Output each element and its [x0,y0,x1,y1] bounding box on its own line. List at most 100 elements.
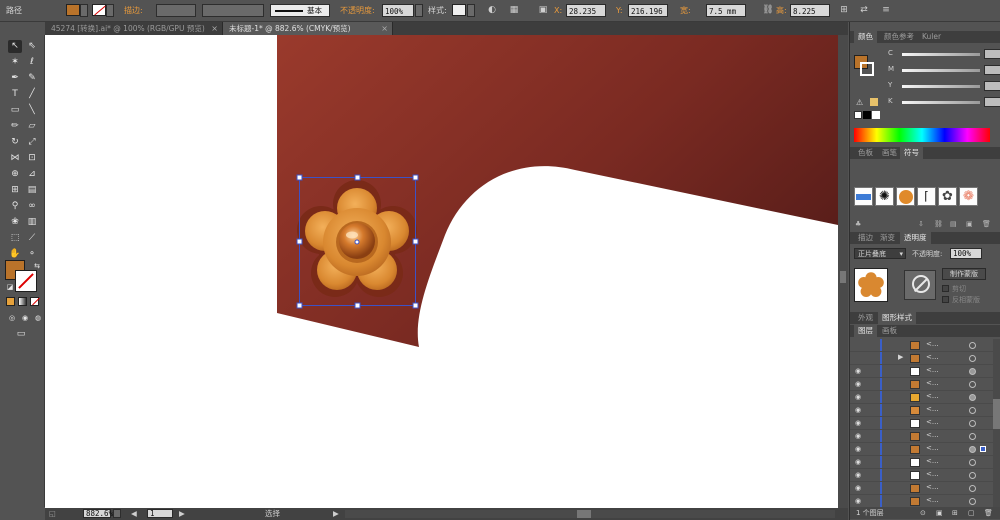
prev-page-icon[interactable]: ◀ [131,509,137,519]
opacity-dropdown[interactable] [415,4,423,17]
stroke-swatch[interactable] [92,4,106,16]
mask-thumbnail[interactable] [904,270,936,300]
rotate-tool-icon[interactable]: ↻ [8,136,22,149]
tab-gradient[interactable]: 渐变 [876,232,899,244]
tab-symbols[interactable]: 符号 [900,147,923,159]
layer-row[interactable]: ◉ <... [850,378,993,391]
clip-checkbox[interactable] [942,285,949,292]
artboard-tool-icon[interactable]: ⬚ [8,232,22,245]
stroke-indicator[interactable] [860,62,874,76]
curvature-tool-icon[interactable]: ✎ [25,72,39,85]
symbol-blue-banner[interactable] [854,187,873,206]
none-swatch[interactable] [854,111,862,119]
artboard-canvas[interactable] [45,35,838,508]
symbol-flower[interactable]: ❁ [959,187,978,206]
fill-swatch[interactable] [66,4,80,16]
close-icon[interactable]: × [381,22,388,35]
gradient-tool-icon[interactable]: ▤ [25,184,39,197]
delete-layer-icon[interactable]: 🗑 [984,507,993,519]
recolor-icon[interactable]: ◐ [486,4,498,16]
stroke-dropdown[interactable] [106,4,114,17]
draw-inside-icon[interactable]: ◍ [31,312,45,325]
eye-icon[interactable]: ◉ [855,380,861,388]
stroke-weight-dropdown[interactable] [156,4,196,17]
tab-appearance[interactable]: 外观 [854,312,877,324]
layer-row[interactable]: ◉ <... [850,482,993,495]
layer-row[interactable]: ◉ <... [850,469,993,482]
eye-icon[interactable]: ◉ [855,484,861,492]
status-menu-icon[interactable]: ▶ [333,509,339,519]
magic-wand-tool-icon[interactable]: ✶ [8,56,22,69]
blend-mode-select[interactable]: 正片叠底 ▾ [854,248,906,259]
y-field[interactable]: 216.196 [628,4,668,17]
new-symbol-icon[interactable]: ▣ [966,220,973,228]
eye-icon[interactable]: ◉ [855,419,861,427]
eye-icon[interactable]: ◉ [855,367,861,375]
symbol-ink-splat[interactable]: ✺ [875,187,894,206]
swap-colors-icon[interactable]: ⇆ [30,260,44,273]
eye-icon[interactable]: ◉ [855,458,861,466]
out-of-gamut-icon[interactable]: ⚠ [856,98,863,107]
place-symbol-icon[interactable]: ⇩ [918,220,924,228]
color-mode-button[interactable] [6,297,15,306]
link-icon[interactable]: ⛓ [762,4,774,16]
layer-row[interactable]: ◉ <... [850,495,993,507]
default-colors-icon[interactable]: ◪ [3,281,17,294]
tab-brushes[interactable]: 画笔 [878,147,901,159]
slice-tool-icon[interactable]: ⟋ [25,232,39,245]
invert-mask-checkbox[interactable] [942,296,949,303]
eraser-tool-icon[interactable]: ▱ [25,120,39,133]
yellow-slider[interactable]: Y% [888,81,1000,91]
shape-builder-tool-icon[interactable]: ⊕ [8,168,22,181]
black-slider[interactable]: K% [888,97,1000,107]
clipping-mask-icon[interactable]: ▣ [936,507,943,519]
layer-row[interactable]: ◉ <... [850,404,993,417]
vertical-scrollbar[interactable] [838,35,848,508]
cyan-slider[interactable]: C% [888,49,1000,59]
black-value[interactable] [984,97,1000,107]
eye-icon[interactable]: ◉ [855,471,861,479]
eyedropper-tool-icon[interactable]: ⚲ [8,200,22,213]
flip-icon[interactable]: ⇄ [858,4,870,16]
layer-row[interactable]: ◉ <... [850,365,993,378]
graphic-style-dropdown[interactable] [467,4,475,17]
direct-selection-tool-icon[interactable]: ⇖ [25,40,39,53]
transparency-opacity-field[interactable]: 100% [950,248,982,259]
eye-icon[interactable]: ◉ [855,497,861,505]
layers-scrollbar[interactable] [993,339,1000,507]
magenta-slider[interactable]: M% [888,65,1000,75]
tab-graphic-styles[interactable]: 图形样式 [878,312,916,324]
graph-tool-icon[interactable]: ▥ [25,216,39,229]
pen-tool-icon[interactable]: ✒ [8,72,22,85]
white-swatch[interactable] [872,111,880,119]
width-tool-icon[interactable]: ⋈ [8,152,22,165]
paintbrush-tool-icon[interactable]: ╲ [25,104,39,117]
symbol-orange-ball[interactable] [896,187,915,206]
rectangle-tool-icon[interactable]: ▭ [8,104,22,117]
page-field[interactable]: 1 [147,509,173,518]
pencil-tool-icon[interactable]: ✏ [8,120,22,133]
symbol-library-icon[interactable]: ♣ [855,220,861,228]
fill-dropdown[interactable] [80,4,88,17]
layer-row[interactable]: ◉ <... [850,430,993,443]
brush-dropdown[interactable]: 基本 [270,4,330,17]
tab-stroke[interactable]: 描边 [854,232,877,244]
x-field[interactable]: 28.235 mm [566,4,606,29]
transparency-thumbnail[interactable] [854,268,888,302]
black-swatch[interactable] [863,111,871,119]
eye-icon[interactable]: ◉ [855,393,861,401]
type-tool-icon[interactable]: T [8,88,22,101]
eye-icon[interactable]: ◉ [855,445,861,453]
tab-color[interactable]: 颜色 [854,31,877,43]
perspective-tool-icon[interactable]: ⊿ [25,168,39,181]
tab-artboards[interactable]: 画板 [878,325,901,337]
yellow-value[interactable] [984,81,1000,91]
close-icon[interactable]: × [211,22,218,35]
transform-panel-icon[interactable]: ⊞ [838,4,850,16]
line-tool-icon[interactable]: ╱ [25,88,39,101]
break-link-icon[interactable]: ⛓ [934,220,943,228]
color-spectrum[interactable] [854,128,990,142]
eye-icon[interactable]: ◉ [855,432,861,440]
width-field[interactable]: 7.5 mm [706,4,746,17]
selected-indicator[interactable] [980,446,986,452]
